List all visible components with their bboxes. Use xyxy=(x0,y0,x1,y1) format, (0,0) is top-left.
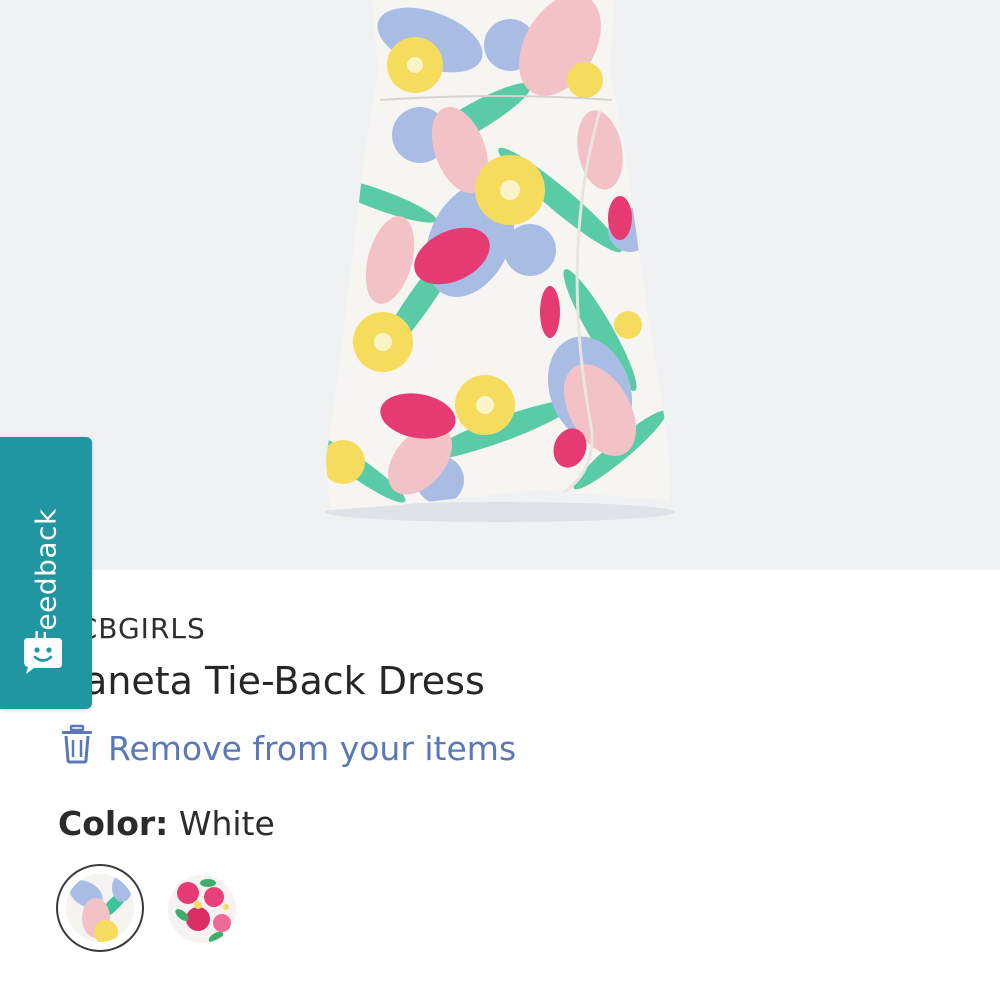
swatch-white[interactable] xyxy=(66,874,134,942)
product-image xyxy=(0,0,1000,570)
color-value: White xyxy=(178,804,275,843)
remove-from-items-button[interactable]: Remove from your items xyxy=(60,724,517,772)
color-selection: Color: White xyxy=(58,804,275,843)
feedback-label: Feedback xyxy=(29,508,63,646)
smiley-chat-icon xyxy=(20,636,66,680)
remove-label: Remove from your items xyxy=(108,728,517,768)
product-title: Zaneta Tie-Back Dress xyxy=(58,659,485,703)
dress-illustration xyxy=(325,0,675,522)
swatch-pink-floral[interactable] xyxy=(168,875,236,943)
color-label: Color: xyxy=(58,804,169,843)
trash-icon xyxy=(60,724,94,772)
